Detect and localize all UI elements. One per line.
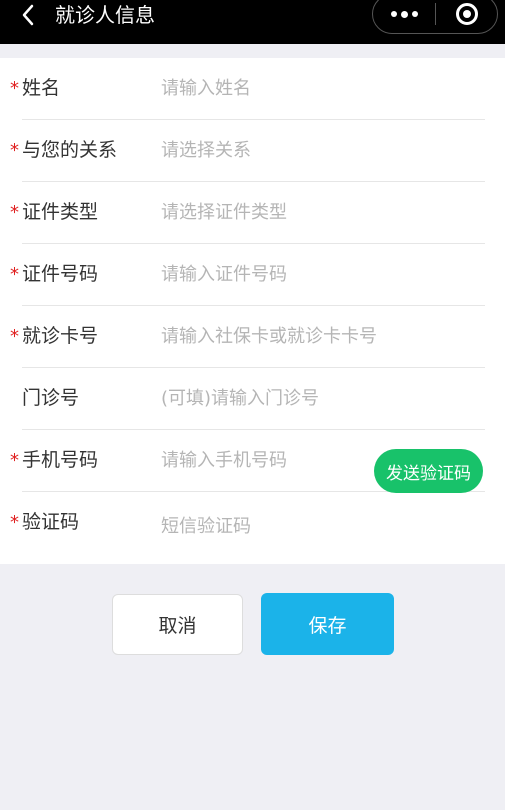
outpatient-number-row: 门诊号 — [0, 368, 505, 430]
required-mark: * — [10, 326, 19, 347]
more-dots-icon[interactable] — [373, 0, 435, 33]
name-input[interactable] — [161, 72, 461, 104]
phone-label: 手机号码 — [22, 449, 99, 471]
card-number-input[interactable] — [161, 320, 461, 352]
id-type-label: 证件类型 — [22, 201, 99, 223]
id-number-input[interactable] — [161, 258, 461, 290]
card-number-label: 就诊卡号 — [22, 325, 99, 347]
id-type-select[interactable] — [161, 196, 461, 228]
target-circle-icon[interactable] — [436, 0, 498, 33]
mini-program-capsule — [372, 0, 498, 34]
card-number-row: * 就诊卡号 — [0, 306, 505, 368]
send-code-button[interactable]: 发送验证码 — [374, 449, 483, 493]
required-mark: * — [10, 202, 19, 223]
page-title: 就诊人信息 — [55, 3, 155, 27]
chevron-left-icon — [22, 4, 34, 26]
id-number-label: 证件号码 — [22, 263, 99, 285]
back-button[interactable] — [10, 0, 46, 30]
cancel-button[interactable]: 取消 — [112, 594, 243, 655]
id-type-row[interactable]: * 证件类型 — [0, 182, 505, 244]
verification-code-input[interactable] — [161, 510, 361, 542]
required-mark: * — [10, 264, 19, 285]
required-mark: * — [10, 140, 19, 161]
required-mark: * — [10, 450, 19, 471]
verification-code-label: 验证码 — [22, 511, 80, 533]
save-button[interactable]: 保存 — [261, 593, 394, 655]
required-mark: * — [10, 78, 19, 99]
relationship-row[interactable]: * 与您的关系 — [0, 120, 505, 182]
id-number-row: * 证件号码 — [0, 244, 505, 306]
relationship-select[interactable] — [161, 134, 461, 166]
required-mark: * — [10, 512, 19, 533]
outpatient-number-label: 门诊号 — [22, 387, 80, 409]
verification-code-row: * 验证码 — [0, 492, 505, 564]
name-row: * 姓名 — [0, 58, 505, 120]
name-label: 姓名 — [22, 77, 61, 99]
navigation-bar: 就诊人信息 — [0, 0, 505, 44]
outpatient-number-input[interactable] — [161, 382, 461, 414]
relationship-label: 与您的关系 — [22, 139, 118, 161]
